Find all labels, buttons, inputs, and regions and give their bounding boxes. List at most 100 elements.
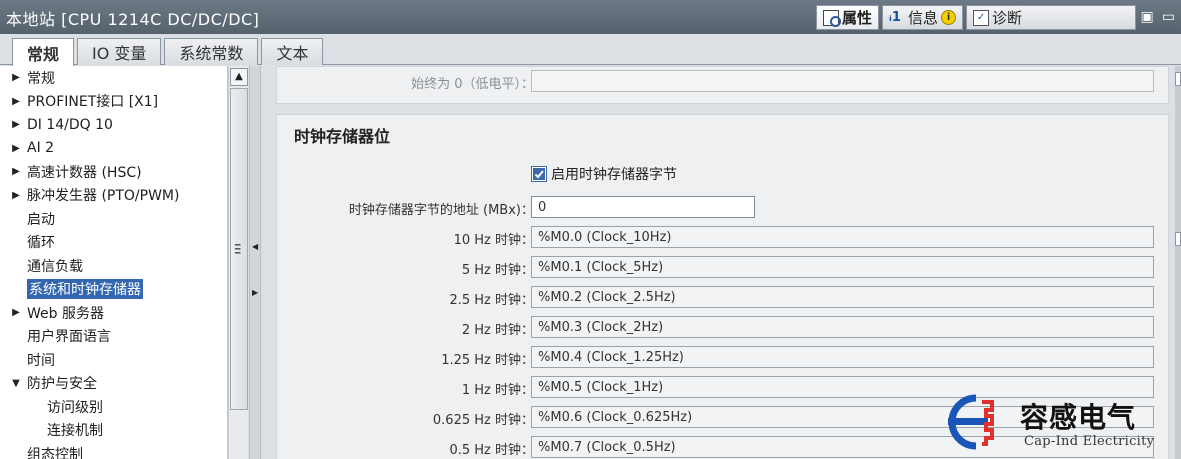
pane-splitter[interactable]: ◀ ▶ — [249, 66, 261, 459]
tab-info[interactable]: ᵢ1 信息 i — [882, 5, 964, 30]
watermark-logo: 容感电气 Cap-Ind Electricity — [938, 392, 1178, 456]
nav-item-connection-mechanisms[interactable]: 连接机制 — [0, 419, 227, 443]
nav-item-config-control[interactable]: 组态控制 — [0, 442, 227, 459]
minimize-icon[interactable]: ▭ — [1162, 9, 1175, 25]
enable-clock-label: 启用时钟存储器字节 — [551, 167, 677, 183]
restore-icon[interactable]: ▣ — [1141, 9, 1154, 25]
scroll-up-icon[interactable]: ▲ — [230, 68, 248, 86]
clock-byte-address-row: 时钟存储器字节的地址 (MBx)： 0 — [277, 196, 1170, 218]
diagnostics-icon: ✓ — [973, 9, 990, 26]
nav-item-label: 通信负载 — [27, 258, 83, 275]
nav-item-label: AI 2 — [27, 140, 55, 157]
expand-arrow-icon[interactable]: ▶ — [9, 72, 23, 83]
expand-arrow-icon[interactable]: ▶ — [9, 307, 23, 318]
tab-diagnostics[interactable]: ✓ 诊断 — [966, 5, 1137, 30]
nav-scrollbar[interactable]: ▲ ━ ━ ━ — [228, 66, 248, 459]
window-controls: ▣ ▭ — [1141, 9, 1175, 25]
clock-label: 2 Hz 时钟： — [461, 323, 534, 338]
nav-item-comm-load[interactable]: 通信负载 — [0, 254, 227, 278]
nav-item-label: 连接机制 — [47, 423, 103, 440]
tab-properties-label: 属性 — [842, 9, 873, 27]
tab-texts[interactable]: 文本 — [261, 38, 324, 65]
tab-info-label: 信息 — [908, 9, 939, 27]
nav-item-label: 高速计数器 (HSC) — [27, 164, 142, 181]
expand-arrow-icon[interactable]: ▶ — [9, 143, 23, 154]
nav-item-label: Web 服务器 — [27, 305, 104, 322]
nav-item-startup[interactable]: 启动 — [0, 207, 227, 231]
nav-item-label: 系统和时钟存储器 — [26, 278, 144, 301]
window-title: 本地站 [CPU 1214C DC/DC/DC] — [6, 10, 260, 29]
nav-item-system-clock-memory[interactable]: 系统和时钟存储器 — [0, 278, 227, 302]
always-low-field — [531, 70, 1154, 92]
nav-item-label: 时间 — [27, 352, 55, 369]
nav-tree: ▶ 常规 ▶ PROFINET接口 [X1] ▶ DI 14/DQ 10 ▶ AI 2 … — [0, 66, 228, 459]
watermark-cn: 容感电气 — [1020, 401, 1137, 434]
nav-item-label: 脉冲发生器 (PTO/PWM) — [27, 188, 180, 205]
clock-label: 0.625 Hz 时钟： — [432, 413, 534, 428]
collapse-left-icon[interactable]: ◀ — [252, 242, 258, 251]
tab-diagnostics-label: 诊断 — [992, 9, 1023, 27]
clock-label: 1 Hz 时钟： — [461, 383, 534, 398]
nav-item-label: 循环 — [27, 235, 55, 252]
grip-icon: ━ ━ ━ — [235, 241, 241, 259]
clock-tag-field: %M0.4 (Clock_1.25Hz) — [531, 346, 1154, 368]
nav-item-label: DI 14/DQ 10 — [27, 116, 113, 133]
clock-tag-field: %M0.1 (Clock_5Hz) — [531, 256, 1154, 278]
tab-system-constants[interactable]: 系统常数 — [164, 38, 259, 65]
clock-label: 0.5 Hz 时钟： — [449, 443, 534, 458]
nav-item-pulse-generator[interactable]: ▶ 脉冲发生器 (PTO/PWM) — [0, 184, 227, 208]
enable-clock-checkbox[interactable]: 启用时钟存储器字节 — [531, 164, 677, 184]
nav-item-cycle[interactable]: 循环 — [0, 231, 227, 255]
enable-clock-row: 启用时钟存储器字节 — [277, 164, 1170, 186]
clock-byte-address-label: 时钟存储器字节的地址 (MBx)： — [348, 203, 534, 218]
nav-item-web-server[interactable]: ▶ Web 服务器 — [0, 301, 227, 325]
always-low-row: 始终为 0（低电平）： — [277, 70, 1170, 92]
clock-row: 2 Hz 时钟： %M0.3 (Clock_2Hz) — [277, 316, 1170, 338]
clock-label: 1.25 Hz 时钟： — [441, 353, 534, 368]
checkbox-checked-icon[interactable] — [531, 166, 547, 182]
clock-row: 2.5 Hz 时钟： %M0.2 (Clock_2.5Hz) — [277, 286, 1170, 308]
clock-label: 5 Hz 时钟： — [461, 263, 534, 278]
clock-tag-field: %M0.3 (Clock_2Hz) — [531, 316, 1154, 338]
nav-item-label: 防护与安全 — [27, 376, 97, 393]
nav-item-di-dq[interactable]: ▶ DI 14/DQ 10 — [0, 113, 227, 137]
inspector-tabs: 属性 ᵢ1 信息 i ✓ 诊断 — [816, 5, 1139, 30]
nav-item-ui-language[interactable]: 用户界面语言 — [0, 325, 227, 349]
expand-arrow-icon[interactable]: ▶ — [9, 96, 23, 107]
clock-row: 5 Hz 时钟： %M0.1 (Clock_5Hz) — [277, 256, 1170, 278]
watermark-en: Cap-Ind Electricity — [1024, 434, 1155, 449]
clock-row: 1.25 Hz 时钟： %M0.4 (Clock_1.25Hz) — [277, 346, 1170, 368]
nav-item-ai[interactable]: ▶ AI 2 — [0, 137, 227, 161]
expand-arrow-icon[interactable]: ▶ — [9, 119, 23, 130]
tab-general[interactable]: 常规 — [12, 38, 75, 66]
nav-item-access-level[interactable]: 访问级别 — [0, 395, 227, 419]
expand-arrow-icon[interactable]: ▶ — [9, 166, 23, 177]
scrollbar-thumb[interactable]: ━ ━ ━ — [230, 88, 248, 410]
nav-item-protection-security[interactable]: ▼ 防护与安全 — [0, 372, 227, 396]
tab-io-tags[interactable]: IO 变量 — [77, 38, 162, 65]
always-low-label: 始终为 0（低电平）： — [411, 77, 534, 92]
nav-item-profinet[interactable]: ▶ PROFINET接口 [X1] — [0, 90, 227, 114]
tab-properties[interactable]: 属性 — [816, 5, 880, 30]
nav-item-general[interactable]: ▶ 常规 — [0, 66, 227, 90]
general-tabs: 常规 IO 变量 系统常数 文本 — [12, 38, 326, 66]
clock-byte-address-input[interactable]: 0 — [531, 196, 755, 218]
title-bar: 本地站 [CPU 1214C DC/DC/DC] 属性 ᵢ1 信息 i ✓ 诊断… — [0, 0, 1181, 34]
properties-icon — [823, 9, 841, 27]
nav-item-time[interactable]: 时间 — [0, 348, 227, 372]
scroll-marker-icon[interactable] — [1175, 72, 1181, 86]
clock-tag-field: %M0.0 (Clock_10Hz) — [531, 226, 1154, 248]
nav-item-hsc[interactable]: ▶ 高速计数器 (HSC) — [0, 160, 227, 184]
nav-item-label: PROFINET接口 [X1] — [27, 94, 159, 111]
scroll-marker-icon[interactable] — [1175, 232, 1181, 246]
expand-arrow-icon[interactable]: ▶ — [9, 190, 23, 201]
nav-item-label: 组态控制 — [27, 446, 83, 459]
nav-item-label: 常规 — [27, 70, 55, 87]
clock-row: 10 Hz 时钟： %M0.0 (Clock_10Hz) — [277, 226, 1170, 248]
expand-right-icon[interactable]: ▶ — [252, 288, 258, 297]
collapse-arrow-icon[interactable]: ▼ — [9, 378, 23, 389]
section-title: 时钟存储器位 — [294, 127, 391, 146]
warning-icon: i — [941, 10, 957, 25]
clock-tag-field: %M0.2 (Clock_2.5Hz) — [531, 286, 1154, 308]
nav-item-label: 访问级别 — [47, 399, 103, 416]
